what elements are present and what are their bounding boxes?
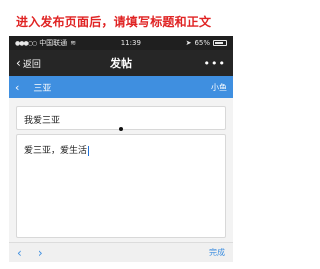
text-cursor bbox=[88, 145, 90, 156]
keyboard-toolbar: ‹ › 完成 bbox=[9, 242, 233, 262]
phone-screen: ●●●○○ 中国联通 ≋ 11:39 ➤ 65% ‹ 返回 发帖 ••• ‹ 三… bbox=[9, 36, 233, 262]
post-body-value: 爱三亚，爱生活 bbox=[24, 146, 88, 156]
chevron-right-icon[interactable]: › bbox=[38, 246, 43, 260]
battery-icon bbox=[213, 40, 227, 46]
forum-selector[interactable]: ‹ 三亚 小鱼 bbox=[9, 76, 233, 98]
location-icon: ➤ bbox=[185, 39, 192, 47]
chevron-left-icon[interactable]: ‹ bbox=[17, 246, 22, 260]
chevron-left-icon: ‹ bbox=[16, 56, 21, 70]
battery-percent: 65% bbox=[194, 39, 210, 47]
status-time: 11:39 bbox=[120, 39, 141, 47]
done-button[interactable]: 完成 bbox=[209, 247, 225, 258]
status-left: ●●●○○ 中国联通 ≋ bbox=[15, 38, 76, 48]
forum-user: 小鱼 bbox=[211, 82, 227, 92]
chevron-left-icon: ‹ bbox=[15, 80, 20, 94]
status-bar: ●●●○○ 中国联通 ≋ 11:39 ➤ 65% bbox=[9, 36, 233, 50]
wifi-icon: ≋ bbox=[70, 39, 77, 47]
page-title: 发帖 bbox=[110, 57, 132, 70]
forum-name: 三亚 bbox=[33, 83, 52, 94]
more-button[interactable]: ••• bbox=[204, 57, 226, 70]
post-title-value: 我爱三亚 bbox=[24, 116, 61, 126]
signal-icon: ●●●○○ bbox=[15, 39, 37, 47]
back-label: 返回 bbox=[22, 59, 41, 70]
nav-bar: ‹ 返回 发帖 ••• bbox=[9, 50, 233, 76]
status-right: ➤ 65% bbox=[186, 39, 227, 47]
instruction-caption: 进入发布页面后，请填写标题和正文 bbox=[16, 15, 212, 29]
drag-dot bbox=[119, 127, 123, 131]
back-button[interactable]: ‹ 返回 bbox=[16, 57, 41, 70]
carrier-label: 中国联通 bbox=[39, 39, 68, 47]
post-body-input[interactable]: 爱三亚，爱生活 bbox=[16, 134, 226, 238]
